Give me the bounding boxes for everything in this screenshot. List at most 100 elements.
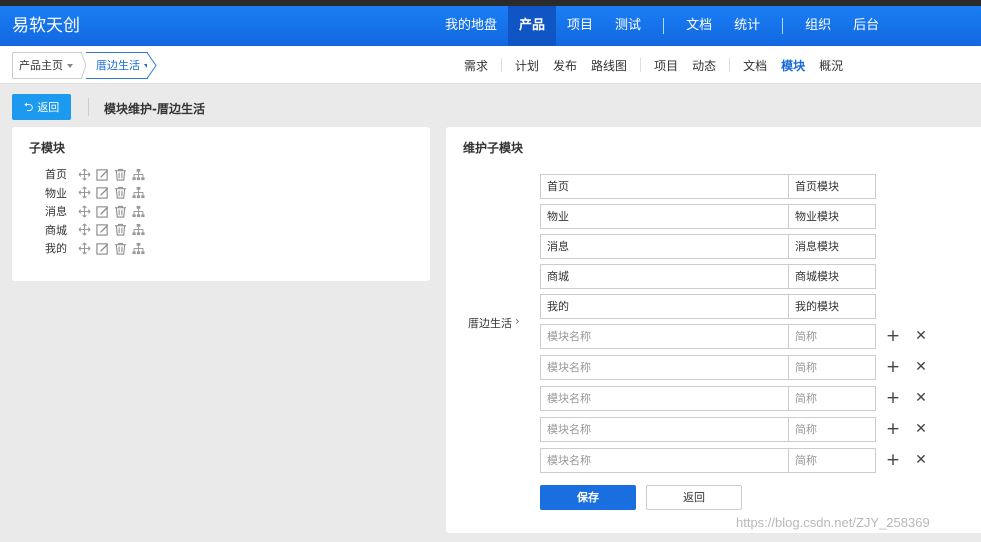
module-short-name-input[interactable]: 物业模块 (788, 204, 876, 229)
subnav-release[interactable]: 发布 (546, 57, 584, 74)
subnav-roadmap[interactable]: 路线图 (584, 57, 634, 74)
cancel-button[interactable]: 返回 (646, 485, 742, 510)
add-row-icon[interactable]: + (884, 417, 902, 442)
add-row-icon[interactable]: + (884, 448, 902, 473)
structure-icon[interactable] (132, 223, 145, 236)
structure-icon[interactable] (132, 205, 145, 218)
nav-item-my-space[interactable]: 我的地盘 (434, 6, 508, 46)
subnav-dynamic[interactable]: 动态 (685, 57, 723, 74)
move-icon[interactable] (78, 223, 91, 236)
tree-module-label[interactable]: 首页 (45, 166, 73, 182)
breadcrumb-product-home[interactable]: 产品主页 (12, 52, 82, 79)
tree-module-label[interactable]: 商城 (45, 222, 73, 238)
delete-icon[interactable] (114, 223, 127, 236)
structure-icon[interactable] (132, 186, 145, 199)
edit-icon[interactable] (96, 223, 109, 236)
breadcrumb-current-product[interactable]: 厝边生活 (86, 52, 150, 79)
module-name-input[interactable]: 消息 (540, 234, 788, 259)
module-name-input[interactable]: 物业 (540, 204, 788, 229)
module-short-name-input[interactable]: 商城模块 (788, 264, 876, 289)
tree-row: 首页 (45, 165, 145, 184)
remove-row-icon[interactable]: ✕ (912, 324, 930, 349)
save-button[interactable]: 保存 (540, 485, 636, 510)
delete-icon[interactable] (114, 186, 127, 199)
delete-icon[interactable] (114, 205, 127, 218)
nav-item-test[interactable]: 测试 (604, 6, 652, 46)
page-title: 模块维护-厝边生活 (104, 102, 205, 116)
new-module-row: 模块名称 简称 + ✕ (540, 324, 927, 349)
module-short-name-input[interactable]: 消息模块 (788, 234, 876, 259)
tree-module-label[interactable]: 消息 (45, 203, 73, 219)
nav-item-doc[interactable]: 文档 (675, 6, 723, 46)
subnav-divider (501, 58, 503, 72)
subnav-project[interactable]: 项目 (647, 57, 685, 74)
sub-navbar: 产品主页 厝边生活 需求 计划 发布 路线图 项目 动态 文档 模块 概況 (0, 46, 981, 84)
nav-item-report[interactable]: 统计 (723, 6, 771, 46)
add-row-icon[interactable]: + (884, 324, 902, 349)
nav-item-project[interactable]: 项目 (556, 6, 604, 46)
caret-down-icon (67, 64, 73, 68)
module-name-input[interactable]: 模块名称 (540, 355, 788, 380)
module-short-name-input[interactable]: 简称 (788, 417, 876, 442)
back-button[interactable]: ⮌ 返回 (12, 94, 71, 120)
module-name-input[interactable]: 模块名称 (540, 448, 788, 473)
module-name-input[interactable]: 模块名称 (540, 417, 788, 442)
move-icon[interactable] (78, 205, 91, 218)
module-name-input[interactable]: 商城 (540, 264, 788, 289)
watermark: https://blog.csdn.net/ZJY_258369 (736, 515, 930, 530)
remove-row-icon[interactable]: ✕ (912, 355, 930, 380)
nav-item-admin[interactable]: 后台 (842, 6, 890, 46)
main-nav-menu: 我的地盘 产品 项目 测试 文档 统计 组织 后台 (434, 6, 890, 46)
module-short-name-input[interactable]: 简称 (788, 386, 876, 411)
move-icon[interactable] (78, 168, 91, 181)
add-row-icon[interactable]: + (884, 386, 902, 411)
nav-item-product[interactable]: 产品 (508, 6, 557, 46)
remove-row-icon[interactable]: ✕ (912, 417, 930, 442)
tree-row: 物业 (45, 184, 145, 203)
structure-icon[interactable] (132, 242, 145, 255)
subnav-plan[interactable]: 计划 (508, 57, 546, 74)
module-short-name-input[interactable]: 简称 (788, 324, 876, 349)
module-row: 我的 我的模块 (540, 294, 876, 319)
brand-logo[interactable]: 易软天创 (12, 6, 80, 46)
subnav-module[interactable]: 模块 (774, 57, 812, 74)
remove-row-icon[interactable]: ✕ (912, 448, 930, 473)
delete-icon[interactable] (114, 168, 127, 181)
module-short-name-input[interactable]: 简称 (788, 448, 876, 473)
subnav-story[interactable]: 需求 (457, 57, 495, 74)
submodule-panel: 子模块 首页 物业 消息 商城 我的 (12, 127, 430, 281)
edit-icon[interactable] (96, 242, 109, 255)
subnav-divider (640, 58, 642, 72)
nav-divider (663, 18, 665, 34)
delete-icon[interactable] (114, 242, 127, 255)
edit-icon[interactable] (96, 205, 109, 218)
module-name-input[interactable]: 模块名称 (540, 386, 788, 411)
structure-icon[interactable] (132, 168, 145, 181)
module-name-input[interactable]: 首页 (540, 174, 788, 199)
edit-icon[interactable] (96, 186, 109, 199)
tree-module-label[interactable]: 我的 (45, 240, 73, 256)
module-name-input[interactable]: 我的 (540, 294, 788, 319)
new-module-row: 模块名称 简称 + ✕ (540, 386, 927, 411)
subnav-divider (729, 58, 731, 72)
move-icon[interactable] (78, 242, 91, 255)
toolbar-divider (88, 98, 89, 116)
module-short-name-input[interactable]: 我的模块 (788, 294, 876, 319)
new-module-row: 模块名称 简称 + ✕ (540, 417, 927, 442)
nav-item-company[interactable]: 组织 (794, 6, 842, 46)
remove-row-icon[interactable]: ✕ (912, 386, 930, 411)
module-tree: 首页物业消息商城我的 (45, 165, 145, 258)
subnav-doc[interactable]: 文档 (736, 57, 774, 74)
module-short-name-input[interactable]: 首页模块 (788, 174, 876, 199)
move-icon[interactable] (78, 186, 91, 199)
tree-module-label[interactable]: 物业 (45, 185, 73, 201)
module-row: 物业 物业模块 (540, 204, 876, 229)
module-name-input[interactable]: 模块名称 (540, 324, 788, 349)
module-row: 商城 商城模块 (540, 264, 876, 289)
subnav-overview[interactable]: 概況 (812, 57, 850, 74)
add-row-icon[interactable]: + (884, 355, 902, 380)
parent-module-label: 厝边生活 (468, 317, 512, 330)
module-short-name-input[interactable]: 简称 (788, 355, 876, 380)
tree-row: 消息 (45, 202, 145, 221)
edit-icon[interactable] (96, 168, 109, 181)
